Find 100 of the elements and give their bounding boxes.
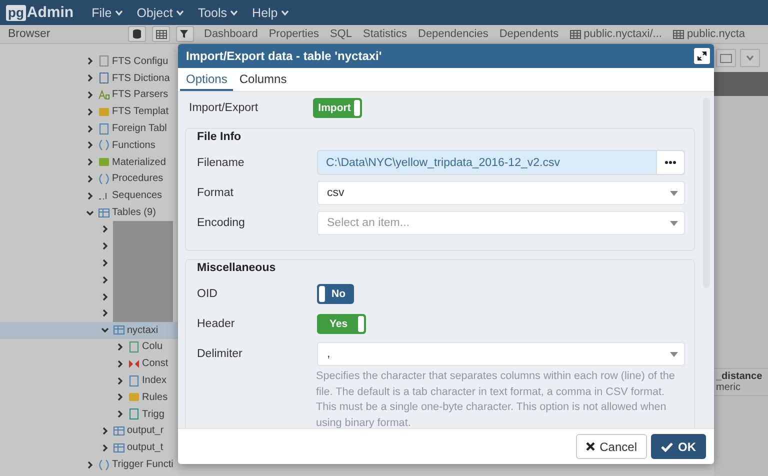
tree-item[interactable]: FTS Templat	[0, 103, 178, 120]
filter-icon	[180, 29, 190, 39]
toggle-switch[interactable]: Yes	[317, 314, 366, 334]
table-tool-button[interactable]	[152, 26, 170, 42]
chevron-down-icon[interactable]	[86, 208, 94, 217]
panel-tab[interactable]: Dependents	[499, 28, 559, 40]
toggle-switch[interactable]: No	[317, 284, 354, 304]
panel-tab[interactable]: public.nycta	[672, 28, 746, 40]
tree-label: output_r	[127, 425, 164, 436]
chevron-right-icon[interactable]	[86, 192, 94, 200]
tree-label: Rules	[142, 392, 168, 403]
tree-item[interactable]: Const	[0, 355, 178, 372]
expand-icon	[697, 51, 707, 61]
menu-item[interactable]: Help	[252, 6, 289, 20]
panel-tab[interactable]: Properties	[268, 28, 319, 40]
chevron-right-icon[interactable]	[116, 376, 124, 385]
chevron-right-icon[interactable]	[86, 90, 94, 99]
section-title: File Info	[197, 130, 242, 145]
database-tool-button[interactable]	[128, 26, 146, 42]
caret-icon	[176, 10, 184, 16]
panel-tab[interactable]: SQL	[330, 28, 352, 40]
tree-item[interactable]: Trigg	[0, 406, 178, 423]
procedure-icon	[98, 172, 110, 185]
chevron-right-icon[interactable]	[116, 360, 124, 368]
dialog-title: Import/Export data - table 'nyctaxi'	[186, 49, 382, 63]
tree-item[interactable]: Rules	[0, 388, 178, 406]
tree-item[interactable]: Trigger Functi	[0, 456, 178, 473]
chevron-right-icon[interactable]	[101, 242, 109, 250]
tree-item[interactable]: FTS Dictiona	[0, 70, 178, 87]
tree-label: Tables (9)	[112, 207, 156, 218]
menu-item[interactable]: File	[92, 6, 123, 20]
panel-tab[interactable]: Statistics	[362, 28, 407, 40]
chevron-right-icon[interactable]	[101, 258, 109, 267]
chevron-right-icon[interactable]	[101, 225, 109, 234]
select-field[interactable]: ,	[317, 342, 685, 366]
file-picker-field[interactable]: C:\Data\NYC\yellow_tripdata_2016-12_v2.csv	[317, 150, 685, 175]
menu-item[interactable]: Object	[136, 6, 184, 20]
tree-item[interactable]: output_t	[0, 439, 178, 456]
tree-item[interactable]: FTS Parsers	[0, 86, 178, 104]
chevron-right-icon[interactable]	[86, 460, 94, 469]
chevron-right-icon[interactable]	[116, 393, 124, 402]
tree-label: FTS Dictiona	[112, 72, 170, 84]
dialog-tab[interactable]: Columns	[233, 68, 293, 91]
tree-item[interactable]: Tables (9)	[0, 204, 178, 221]
maximize-button[interactable]	[694, 48, 710, 64]
tree-label: FTS Parsers	[112, 89, 168, 100]
function-icon	[98, 139, 110, 152]
trigger-function-icon	[98, 458, 110, 471]
chevron-right-icon[interactable]	[86, 57, 94, 66]
chevron-right-icon[interactable]	[86, 158, 94, 166]
chevron-right-icon[interactable]	[86, 108, 94, 116]
caret-icon	[280, 10, 289, 16]
tree-label: nyctaxi	[127, 324, 158, 336]
cancel-button[interactable]: Cancel	[576, 434, 647, 459]
tree-label: Trigg	[142, 408, 164, 420]
caret-icon	[670, 352, 678, 356]
panel-tab[interactable]: Dashboard	[204, 28, 258, 40]
tree-label: Colu	[142, 341, 163, 352]
caret-icon	[230, 10, 238, 16]
tree-label: Procedures	[112, 173, 164, 184]
field-label: Format	[197, 187, 234, 199]
dropdown-button[interactable]	[740, 49, 760, 67]
chevron-right-icon[interactable]	[101, 426, 109, 435]
chevron-right-icon[interactable]	[86, 74, 94, 82]
chevron-right-icon[interactable]	[116, 342, 124, 351]
grid-icon	[570, 30, 581, 38]
tree-item[interactable]: Procedures	[0, 170, 178, 188]
panel-tab[interactable]: public.nyctaxi/...	[570, 28, 662, 40]
toggle-switch[interactable]: Import	[313, 98, 362, 118]
tree-item[interactable]: Materialized	[0, 154, 178, 171]
panel-tab[interactable]: Dependencies	[418, 28, 488, 40]
chevron-right-icon[interactable]	[101, 444, 109, 452]
toolbar-button[interactable]	[716, 49, 736, 67]
chevron-right-icon[interactable]	[86, 174, 94, 183]
tree-item[interactable]: FTS Configu	[0, 53, 178, 70]
chevron-right-icon[interactable]	[101, 292, 109, 301]
tree-item[interactable]: Colu	[0, 338, 178, 356]
chevron-right-icon[interactable]	[116, 410, 124, 418]
tree-label: Foreign Tabl	[112, 123, 167, 134]
tree-item[interactable]: nyctaxi	[0, 322, 178, 339]
ok-button[interactable]: OK	[651, 434, 706, 459]
menu-item[interactable]: Tools	[198, 6, 238, 20]
chevron-right-icon[interactable]	[86, 124, 94, 133]
tree-item[interactable]: Sequences	[0, 187, 178, 204]
field-label: Delimiter	[197, 348, 244, 360]
select-field[interactable]: csv	[317, 181, 685, 205]
tree-item[interactable]: Foreign Tabl	[0, 120, 178, 137]
chevron-right-icon[interactable]	[101, 309, 109, 318]
tree-item[interactable]: Index	[0, 372, 178, 389]
browse-button[interactable]	[656, 151, 684, 174]
help-text: Specifies the character that separates columns within each row (line) of the file. The default is a tab character in text format, a comma in CSV format. This must be a single one-byte character. This option is not allowed when using binary format.	[316, 369, 676, 428]
chevron-right-icon[interactable]	[101, 276, 109, 284]
caret-icon	[670, 190, 678, 196]
chevron-down-icon[interactable]	[101, 326, 109, 334]
tree-item[interactable]: Functions	[0, 136, 178, 154]
filename-input[interactable]: C:\Data\NYC\yellow_tripdata_2016-12_v2.csv	[318, 151, 656, 174]
filter-tool-button[interactable]	[176, 26, 194, 42]
tree-item[interactable]: output_r	[0, 422, 178, 440]
chevron-right-icon[interactable]	[86, 141, 94, 150]
letters-icon	[98, 88, 110, 101]
